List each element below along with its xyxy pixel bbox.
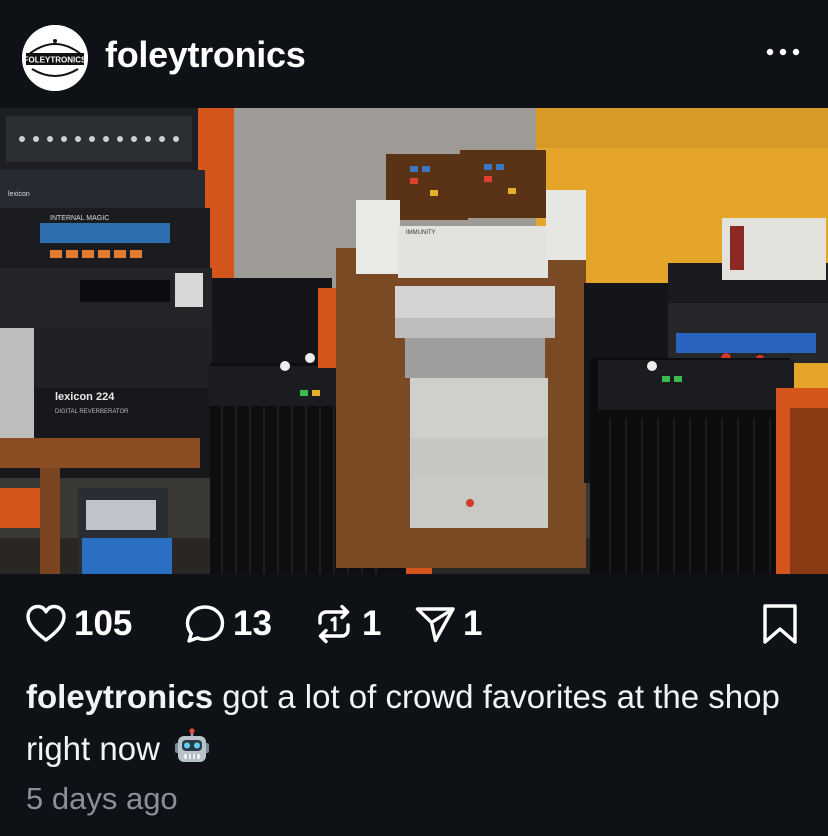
avatar[interactable]: FOLEYTRONICS [22, 25, 88, 91]
send-icon [415, 607, 455, 643]
photo-label-digital-reverb: DIGITAL REVERBERATOR [55, 409, 129, 415]
save-button[interactable] [758, 602, 802, 646]
photo-label-internal-magic: INTERNAL MAGIC [50, 215, 109, 222]
post-photo[interactable]: INTERNAL MAGIC lexicon 224 DIGITAL REVER… [0, 108, 828, 574]
robot-emoji-icon [173, 728, 211, 781]
post-actions: 105 13 1 1 [0, 580, 828, 670]
photo-label-top-unit: IMMUNITY [406, 230, 436, 236]
repost-count: 1 [362, 604, 382, 643]
comment-count: 13 [233, 604, 272, 643]
heart-icon [26, 604, 66, 642]
post-timestamp[interactable]: 5 days ago [26, 781, 178, 817]
share-button[interactable]: 1 [413, 600, 482, 648]
more-horizontal-icon [766, 48, 800, 56]
comment-bubble-icon [185, 605, 225, 643]
like-button[interactable]: 105 [24, 600, 132, 648]
avatar-logo-text: FOLEYTRONICS [24, 56, 87, 65]
username[interactable]: foleytronics [105, 34, 306, 76]
share-count: 1 [463, 604, 483, 643]
bookmark-icon [763, 604, 797, 644]
comment-button[interactable]: 13 [183, 600, 272, 648]
caption-username[interactable]: foleytronics [26, 678, 213, 715]
photo-label-lexicon: lexicon [8, 191, 30, 198]
studio-gear-photo: INTERNAL MAGIC lexicon 224 DIGITAL REVER… [0, 108, 828, 574]
foleytronics-logo: FOLEYTRONICS [22, 25, 88, 91]
repost-icon [318, 604, 350, 644]
repost-button[interactable]: 1 [312, 600, 381, 648]
like-count: 105 [74, 604, 133, 643]
more-options-button[interactable] [762, 34, 806, 70]
post-caption: foleytronics got a lot of crowd favorite… [26, 671, 806, 781]
photo-label-lexicon-224: lexicon 224 [55, 391, 115, 403]
post-header: FOLEYTRONICS foleytronics [0, 0, 828, 108]
